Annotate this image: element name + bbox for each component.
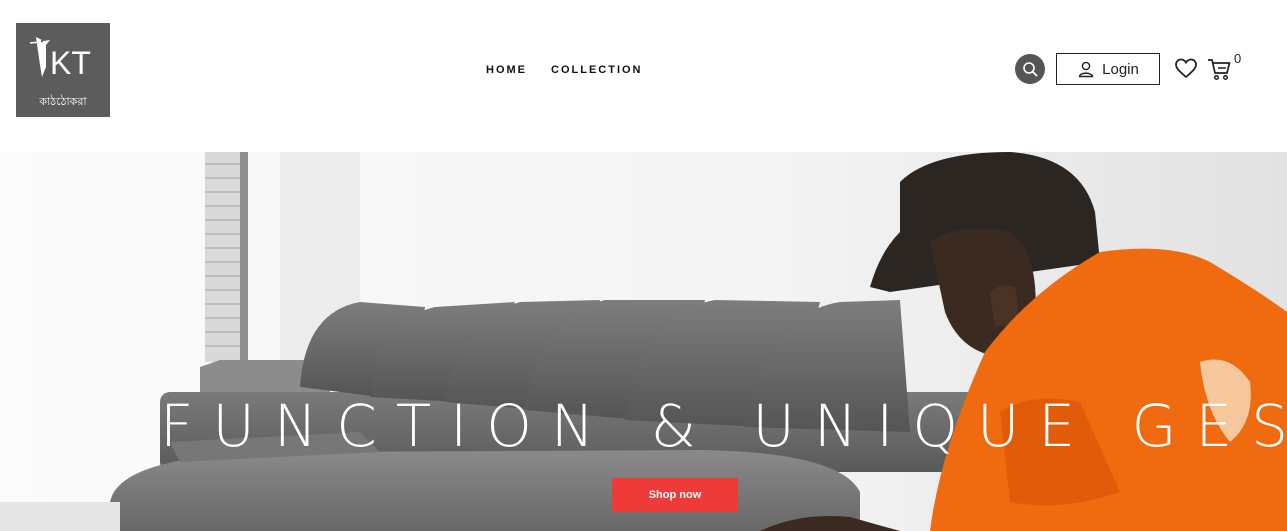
heart-icon — [1175, 58, 1197, 79]
cart-button[interactable] — [1207, 56, 1231, 82]
nav-item-collection[interactable]: COLLECTION — [551, 64, 643, 76]
user-icon — [1078, 61, 1094, 78]
nav-item-home[interactable]: HOME — [486, 64, 527, 76]
logo-tagline: কাঠঠোকরা — [39, 95, 87, 108]
main-nav: HOME COLLECTION — [486, 64, 643, 76]
hero-image — [0, 152, 1287, 531]
cart-icon — [1208, 59, 1231, 81]
shop-now-button[interactable]: Shop now — [612, 478, 738, 512]
search-button[interactable] — [1015, 54, 1045, 84]
hero-title: FUNCTION & UNIQUE GESTURE — [160, 392, 1287, 460]
brand-logo[interactable]: KT কাঠঠোকরা — [16, 23, 110, 117]
wishlist-button[interactable] — [1174, 57, 1198, 81]
login-label: Login — [1102, 60, 1139, 78]
search-icon — [1023, 62, 1038, 77]
site-header: KT কাঠঠোকরা HOME COLLECTION Login 0 — [0, 0, 1287, 152]
cart-count: 0 — [1234, 51, 1242, 66]
logo-letters: KT — [50, 45, 91, 81]
hero-banner: FUNCTION & UNIQUE GESTURE Shop now — [0, 152, 1287, 531]
login-button[interactable]: Login — [1056, 53, 1160, 85]
